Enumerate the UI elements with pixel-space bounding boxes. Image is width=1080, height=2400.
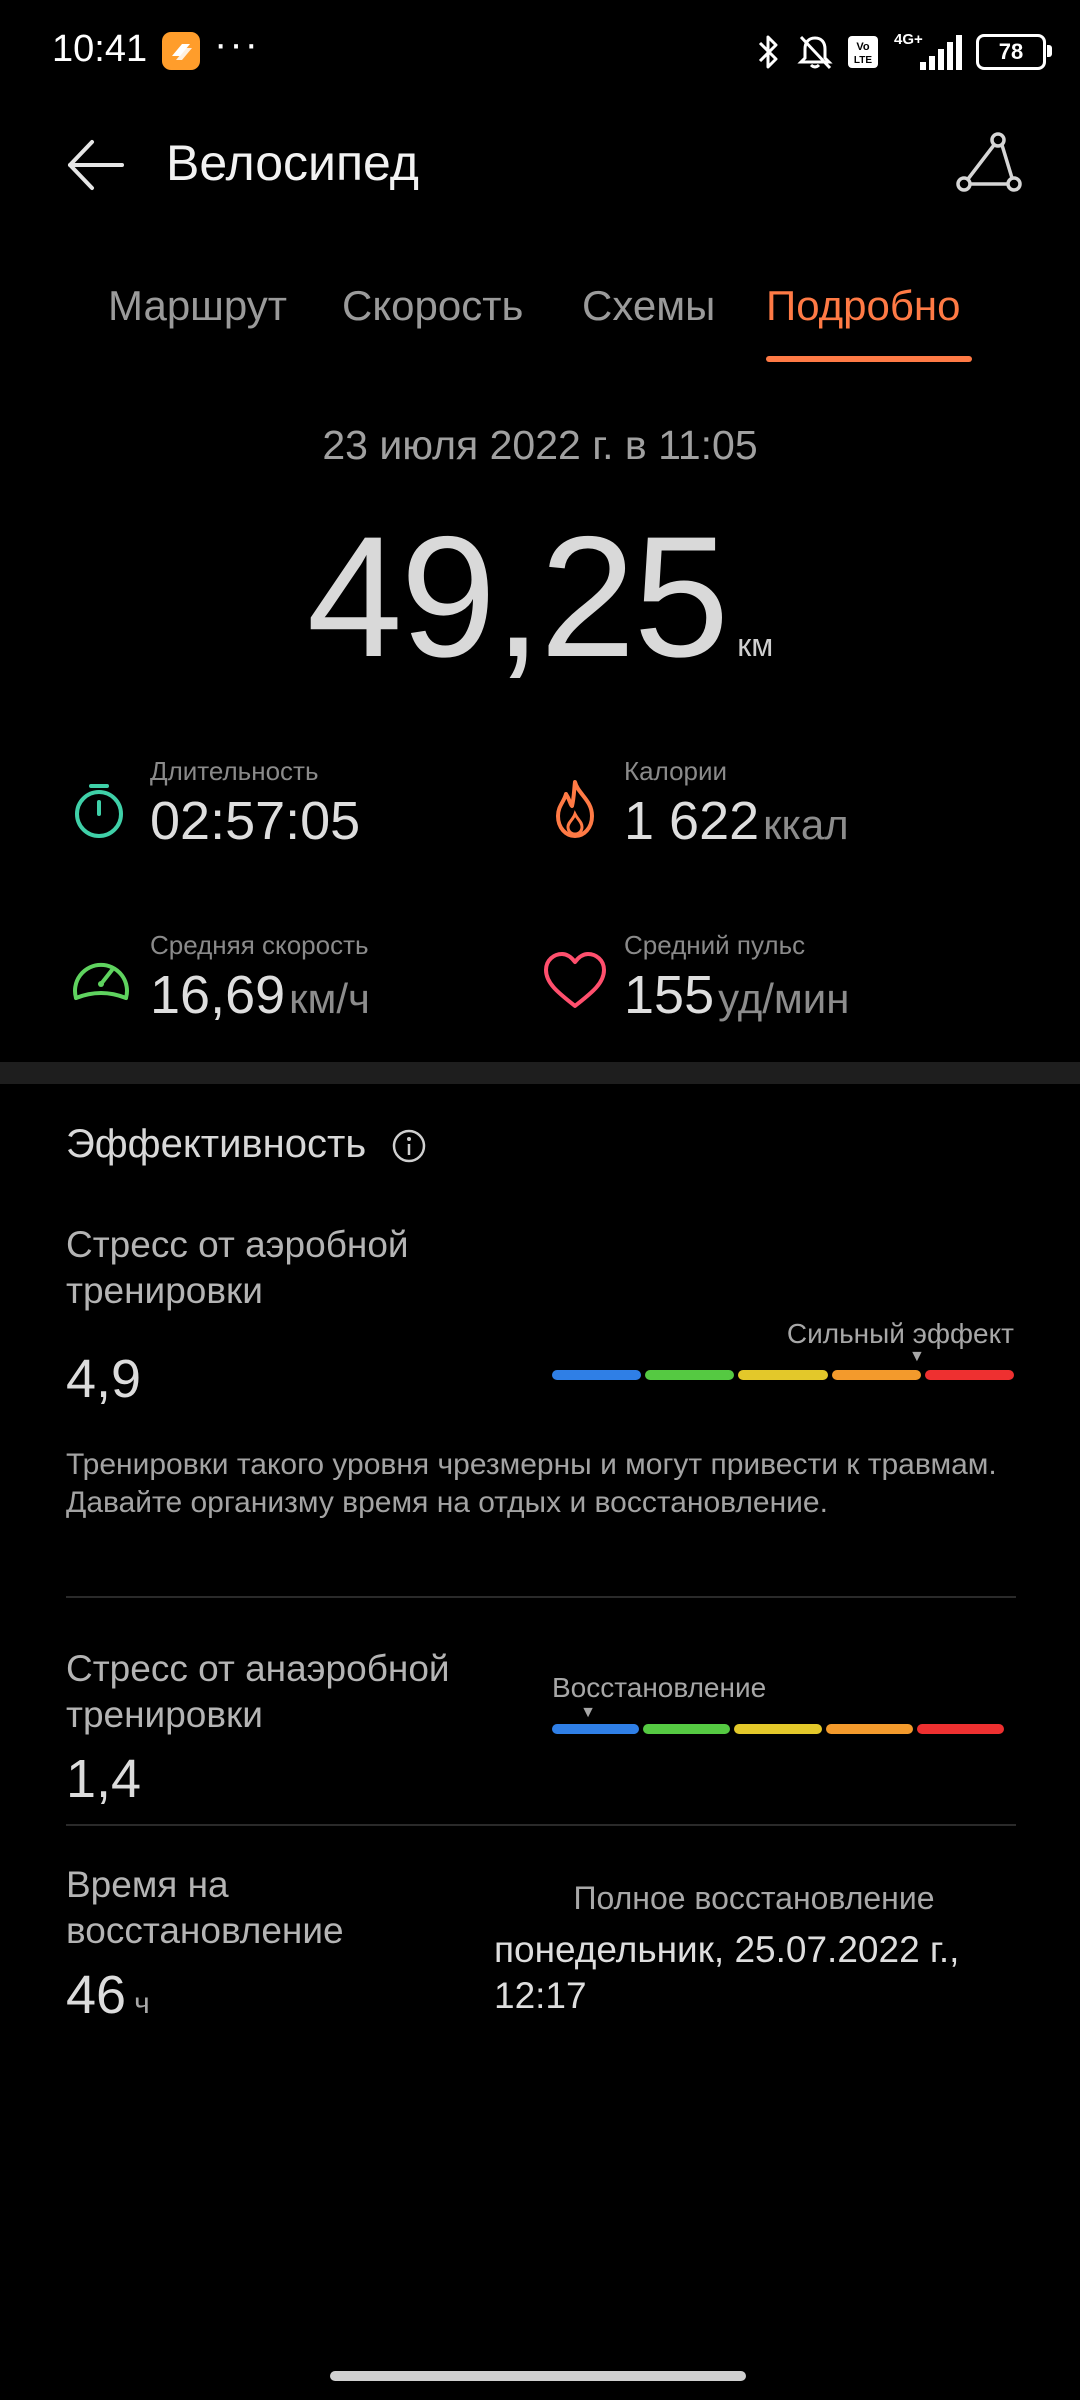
aerobic-title: Стресс от аэробной тренировки bbox=[66, 1222, 409, 1314]
anaerobic-level-marker: ▼ bbox=[580, 1704, 596, 1721]
flame-icon bbox=[556, 780, 594, 838]
anaerobic-value: 1,4 bbox=[66, 1749, 142, 1809]
avg-pulse-number: 155 bbox=[624, 965, 715, 1025]
bell-off-icon bbox=[797, 35, 833, 70]
avg-speed-number: 16,69 bbox=[150, 965, 286, 1025]
screen: 10:41 ··· Vo LTE 4G+ 78 Велосипед Маршру… bbox=[0, 0, 1080, 2400]
battery-icon: 78 bbox=[976, 34, 1052, 70]
distance-unit: км bbox=[737, 627, 774, 663]
svg-text:LTE: LTE bbox=[854, 55, 872, 66]
calories-number: 1 622 bbox=[624, 791, 760, 851]
info-icon[interactable] bbox=[391, 1128, 427, 1164]
arrow-left-icon bbox=[68, 140, 124, 190]
active-tab-indicator bbox=[766, 356, 972, 362]
recovery-title: Время на восстановление bbox=[66, 1862, 344, 1954]
status-time: 10:41 bbox=[52, 28, 148, 70]
bar-segment-3 bbox=[734, 1724, 822, 1734]
stopwatch-icon bbox=[75, 784, 123, 838]
avg-pulse-value: 155уд/мин bbox=[624, 964, 849, 1026]
distance-display: 49,25 км bbox=[0, 498, 1080, 696]
status-icons: Vo LTE 4G+ 78 bbox=[754, 28, 1052, 76]
anaerobic-bar-label: Восстановление bbox=[552, 1672, 767, 1703]
effectiveness-title: Эффективность bbox=[66, 1122, 367, 1166]
volte-icon: Vo LTE bbox=[848, 36, 878, 68]
full-recovery-caption: Полное восстановление bbox=[573, 1880, 935, 1916]
bar-segment-4 bbox=[831, 1370, 921, 1380]
calories-unit: ккал bbox=[763, 801, 849, 848]
bar-segment-5 bbox=[916, 1724, 1005, 1734]
calories-label: Калории bbox=[624, 756, 728, 786]
aerobic-description: Тренировки такого уровня чрезмерны и мог… bbox=[66, 1448, 997, 1519]
full-recovery-date-line2: 12:17 bbox=[494, 1975, 587, 2016]
tab-bar: Маршрут Скорость Схемы Подробно bbox=[0, 282, 1080, 362]
avg-speed-label: Средняя скорость bbox=[150, 930, 369, 960]
back-button[interactable] bbox=[60, 130, 130, 200]
bar-segment-4 bbox=[825, 1724, 913, 1734]
section-divider bbox=[0, 1062, 1080, 1084]
recovery-unit: ч bbox=[134, 1987, 150, 2020]
bluetooth-icon bbox=[758, 35, 778, 69]
more-notifications-icon: ··· bbox=[214, 22, 260, 66]
tab-details[interactable]: Подробно bbox=[766, 282, 960, 330]
svg-text:Vo: Vo bbox=[856, 41, 870, 53]
full-recovery-date: понедельник, 25.07.2022 г., 12:17 bbox=[494, 1927, 1014, 2019]
avg-pulse-label: Средний пульс bbox=[624, 930, 806, 960]
route-icon bbox=[956, 132, 1022, 192]
aerobic-title-line2: тренировки bbox=[66, 1270, 263, 1311]
full-recovery-date-line1: понедельник, 25.07.2022 г., bbox=[494, 1929, 960, 1970]
aerobic-effect-bar: Сильный эффект ▼ bbox=[552, 1318, 1015, 1380]
aerobic-level-marker: ▼ bbox=[908, 1348, 925, 1365]
bar-segment-3 bbox=[738, 1370, 828, 1380]
distance-value: 49,25 bbox=[306, 501, 729, 693]
duration-number: 02:57:05 bbox=[150, 791, 361, 851]
tab-route[interactable]: Маршрут bbox=[108, 282, 287, 330]
status-bar: 10:41 ··· Vo LTE 4G+ 78 bbox=[0, 0, 1080, 104]
aerobic-value: 4,9 bbox=[66, 1349, 142, 1409]
full-recovery-info: Полное восстановление понедельник, 25.07… bbox=[494, 1880, 1014, 2019]
bar-segment-2 bbox=[643, 1724, 731, 1734]
bar-segment-5 bbox=[924, 1370, 1015, 1380]
duration-value: 02:57:05 bbox=[150, 790, 360, 852]
tab-charts[interactable]: Схемы bbox=[582, 282, 715, 330]
network-label: 4G+ bbox=[894, 31, 923, 48]
recovery-title-line2: восстановление bbox=[66, 1910, 344, 1951]
avg-speed-value: 16,69км/ч bbox=[150, 964, 370, 1026]
calories-value: 1 622ккал bbox=[624, 790, 849, 852]
anaerobic-title-line2: тренировки bbox=[66, 1694, 263, 1735]
heart-icon bbox=[544, 952, 606, 1008]
divider-2 bbox=[66, 1824, 1016, 1826]
battery-level: 78 bbox=[998, 39, 1024, 64]
bar-segment-1 bbox=[552, 1370, 642, 1380]
anaerobic-effect-bar: Восстановление ▼ bbox=[552, 1672, 1005, 1734]
avg-speed-unit: км/ч bbox=[289, 975, 370, 1022]
recovery-number: 46 bbox=[66, 1965, 127, 2025]
anaerobic-bar-track bbox=[552, 1724, 1005, 1734]
aerobic-bar-label: Сильный эффект bbox=[786, 1318, 1014, 1349]
app-notification-icon bbox=[162, 32, 200, 70]
page-title: Велосипед bbox=[166, 135, 419, 191]
aerobic-title-line1: Стресс от аэробной bbox=[66, 1224, 409, 1265]
route-button[interactable] bbox=[952, 128, 1024, 200]
anaerobic-title: Стресс от анаэробной тренировки bbox=[66, 1646, 450, 1738]
recovery-value: 46 ч bbox=[66, 1964, 150, 2026]
bar-segment-1 bbox=[552, 1724, 640, 1734]
effectiveness-heading: Эффективность bbox=[66, 1122, 427, 1167]
tab-speed[interactable]: Скорость bbox=[342, 282, 523, 330]
recovery-title-line1: Время на bbox=[66, 1864, 229, 1905]
speedometer-icon bbox=[73, 962, 129, 1000]
anaerobic-title-line1: Стресс от анаэробной bbox=[66, 1648, 450, 1689]
avg-pulse-unit: уд/мин bbox=[718, 975, 850, 1022]
signal-4g-icon: 4G+ bbox=[894, 31, 962, 70]
home-indicator[interactable] bbox=[330, 2371, 746, 2381]
aerobic-bar-track bbox=[552, 1370, 1015, 1380]
duration-label: Длительность bbox=[150, 756, 319, 786]
bar-segment-2 bbox=[645, 1370, 735, 1380]
app-header: Велосипед bbox=[0, 104, 1080, 224]
divider-1 bbox=[66, 1596, 1016, 1598]
workout-date: 23 июля 2022 г. в 11:05 bbox=[322, 422, 758, 468]
